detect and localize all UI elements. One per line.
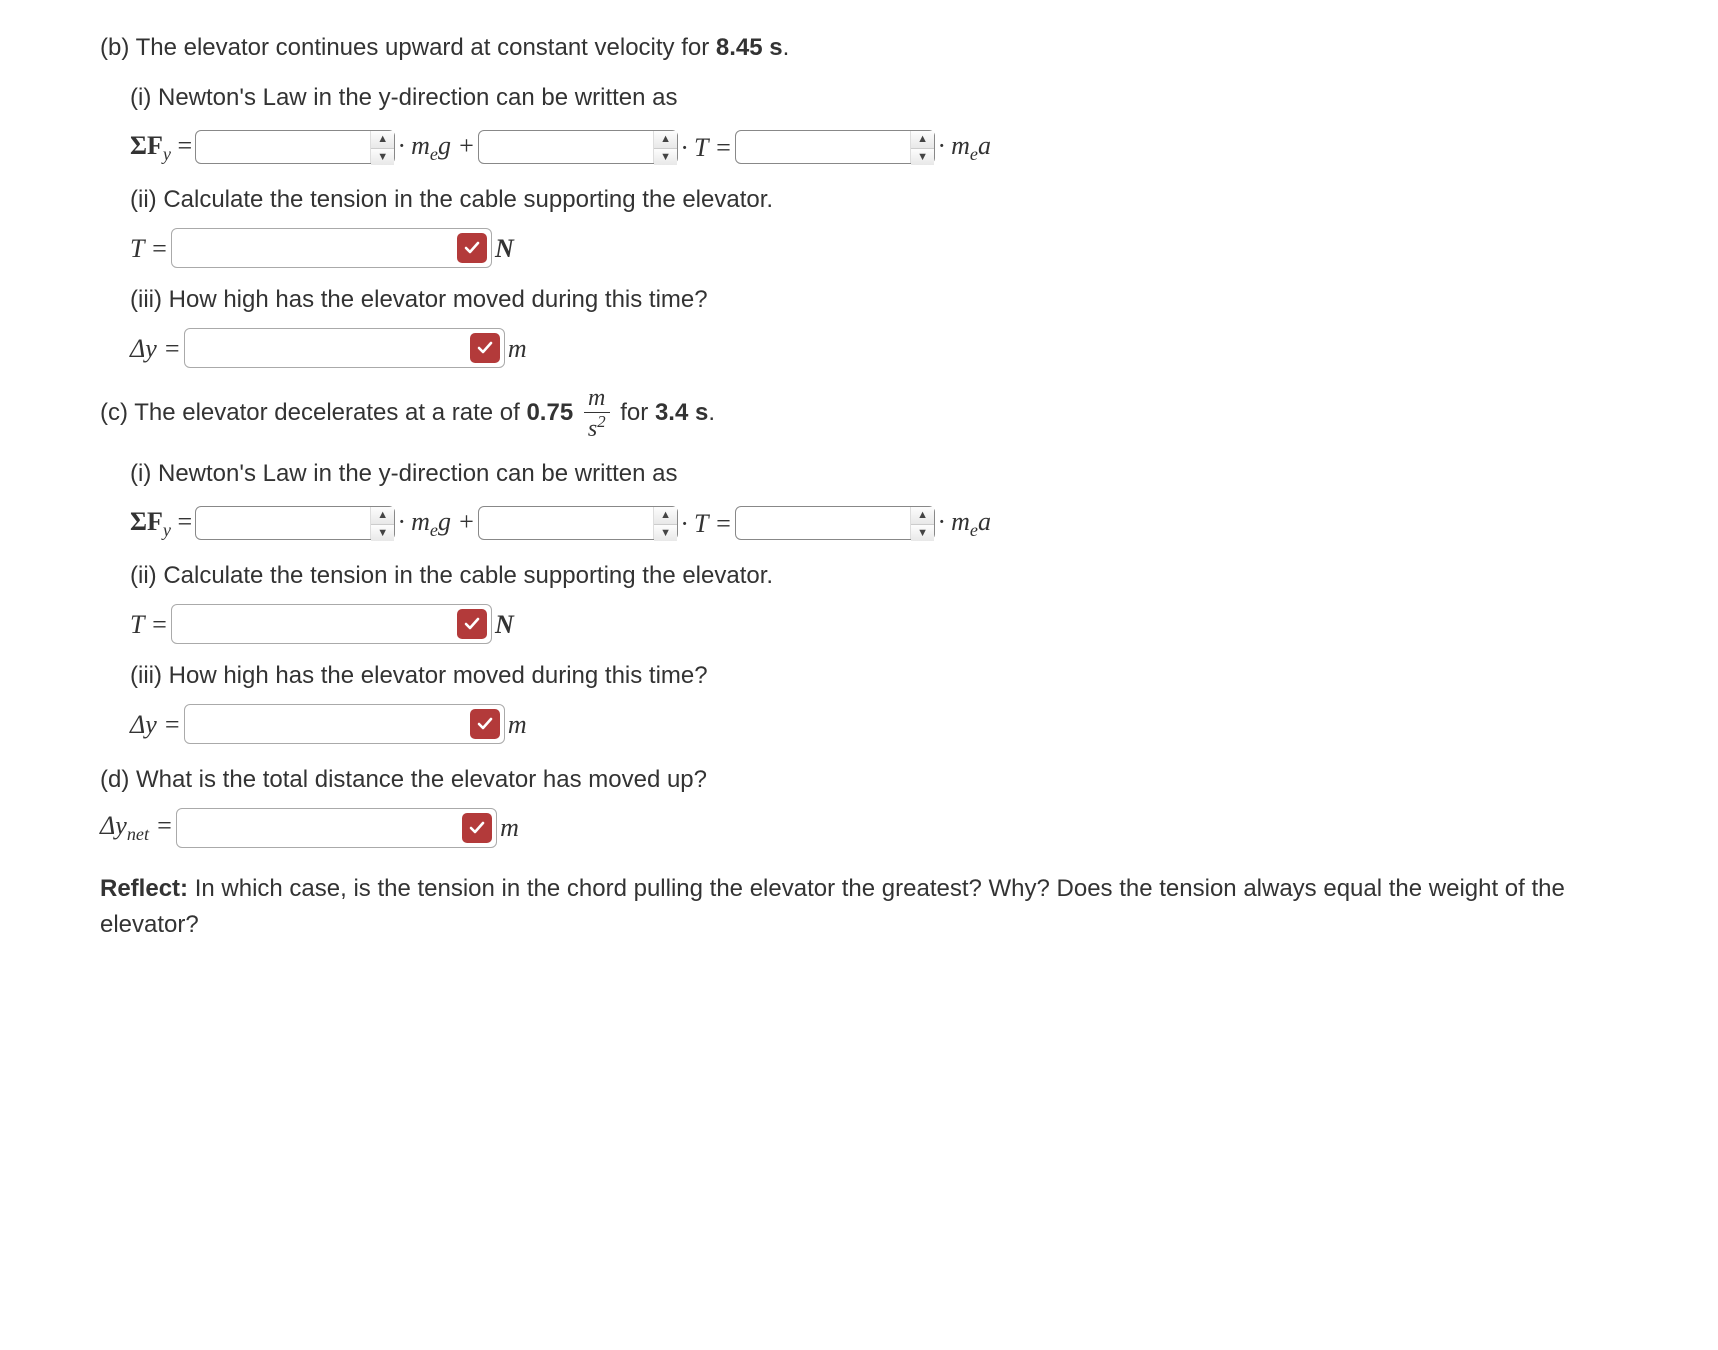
fraction-m-over-s2: m s2: [584, 386, 610, 441]
part-c-ii-text: (ii) Calculate the tension in the cable …: [130, 558, 1600, 594]
input-c-iii[interactable]: [184, 704, 505, 744]
dropdown-b-i-1[interactable]: ▲ ▼: [195, 130, 395, 164]
input-b-ii-field[interactable]: [172, 229, 453, 267]
input-b-iii[interactable]: [184, 328, 505, 368]
check-icon: [470, 333, 500, 363]
dropdown-c-i-2[interactable]: ▲ ▼: [478, 506, 678, 540]
arrow-down-icon[interactable]: ▼: [654, 525, 677, 542]
dropdown-c-i-3[interactable]: ▲ ▼: [735, 506, 935, 540]
arrow-up-icon[interactable]: ▲: [911, 507, 934, 525]
input-c-ii-field[interactable]: [172, 605, 453, 643]
part-c-prompt: (c) The elevator decelerates at a rate o…: [100, 386, 1600, 441]
sigma-Fy: ΣFy =: [130, 126, 192, 168]
part-b-ii-eq: T = N: [130, 228, 1600, 268]
b-ii-unit: N: [495, 229, 514, 268]
part-c-iii-text: (iii) How high has the elevator moved du…: [130, 658, 1600, 694]
c-rate: 0.75: [526, 400, 573, 427]
reflect-text: In which case, is the tension in the cho…: [100, 875, 1565, 938]
b-i-after1: · meg +: [398, 126, 475, 168]
dropdown-c-i-1[interactable]: ▲ ▼: [195, 506, 395, 540]
arrow-up-icon[interactable]: ▲: [654, 507, 677, 525]
b-iii-lhs: Δy =: [130, 329, 181, 368]
c-time: 3.4 s: [655, 400, 708, 427]
b-i-after3: · mea: [938, 126, 991, 168]
c-i-after2: · T =: [681, 504, 732, 543]
check-icon: [470, 709, 500, 739]
part-b-iii-eq: Δy = m: [130, 328, 1600, 368]
d-lhs: Δynet =: [100, 806, 173, 848]
d-unit: m: [500, 808, 519, 847]
part-d-eq: Δynet = m: [100, 806, 1600, 848]
part-c-ii-eq: T = N: [130, 604, 1600, 644]
part-b-prompt-prefix: (b) The elevator continues upward at con…: [100, 34, 716, 61]
c-ii-unit: N: [495, 605, 514, 644]
input-d[interactable]: [176, 808, 497, 848]
problem-root: (b) The elevator continues upward at con…: [100, 30, 1600, 943]
arrow-down-icon[interactable]: ▼: [371, 525, 394, 542]
input-c-ii[interactable]: [171, 604, 492, 644]
stepper-arrows[interactable]: ▲ ▼: [910, 131, 934, 163]
check-icon: [457, 233, 487, 263]
part-c-i-text: (i) Newton's Law in the y-direction can …: [130, 456, 1600, 492]
input-d-field[interactable]: [177, 809, 458, 847]
stepper-arrows[interactable]: ▲ ▼: [370, 131, 394, 163]
reflect-label: Reflect:: [100, 875, 188, 902]
c-ii-lhs: T =: [130, 605, 168, 644]
part-b-iii-text: (iii) How high has the elevator moved du…: [130, 282, 1600, 318]
check-icon: [457, 609, 487, 639]
check-icon: [462, 813, 492, 843]
input-b-ii[interactable]: [171, 228, 492, 268]
part-b-ii-text: (ii) Calculate the tension in the cable …: [130, 182, 1600, 218]
part-d-text: (d) What is the total distance the eleva…: [100, 762, 1600, 798]
arrow-up-icon[interactable]: ▲: [371, 507, 394, 525]
stepper-arrows[interactable]: ▲ ▼: [910, 507, 934, 539]
part-b-prompt-value: 8.45 s: [716, 34, 783, 61]
part-c-i-eq: ΣFy = ▲ ▼ · meg + ▲ ▼ · T =: [130, 502, 1600, 544]
stepper-arrows[interactable]: ▲ ▼: [653, 131, 677, 163]
c-suffix: .: [708, 400, 715, 427]
input-b-iii-field[interactable]: [185, 329, 466, 367]
arrow-down-icon[interactable]: ▼: [911, 525, 934, 542]
arrow-down-icon[interactable]: ▼: [371, 149, 394, 166]
b-iii-unit: m: [508, 329, 527, 368]
part-b-prompt-suffix: .: [783, 34, 790, 61]
b-ii-lhs: T =: [130, 229, 168, 268]
c-mid: for: [620, 400, 655, 427]
input-c-iii-field[interactable]: [185, 705, 466, 743]
dropdown-b-i-3[interactable]: ▲ ▼: [735, 130, 935, 164]
part-b-i-eq: ΣFy = ▲ ▼ · meg + ▲ ▼ · T =: [130, 126, 1600, 168]
arrow-up-icon[interactable]: ▲: [654, 131, 677, 149]
arrow-down-icon[interactable]: ▼: [911, 149, 934, 166]
arrow-up-icon[interactable]: ▲: [911, 131, 934, 149]
part-b-prompt: (b) The elevator continues upward at con…: [100, 30, 1600, 66]
stepper-arrows[interactable]: ▲ ▼: [653, 507, 677, 539]
reflect-block: Reflect: In which case, is the tension i…: [100, 871, 1600, 943]
c-i-after3: · mea: [938, 502, 991, 544]
arrow-down-icon[interactable]: ▼: [654, 149, 677, 166]
c-iii-lhs: Δy =: [130, 705, 181, 744]
part-b-i-text: (i) Newton's Law in the y-direction can …: [130, 80, 1600, 116]
stepper-arrows[interactable]: ▲ ▼: [370, 507, 394, 539]
part-c-iii-eq: Δy = m: [130, 704, 1600, 744]
c-iii-unit: m: [508, 705, 527, 744]
arrow-up-icon[interactable]: ▲: [371, 131, 394, 149]
c-prefix: (c) The elevator decelerates at a rate o…: [100, 400, 526, 427]
sigma-Fy: ΣFy =: [130, 502, 192, 544]
b-i-after2: · T =: [681, 128, 732, 167]
dropdown-b-i-2[interactable]: ▲ ▼: [478, 130, 678, 164]
c-i-after1: · meg +: [398, 502, 475, 544]
